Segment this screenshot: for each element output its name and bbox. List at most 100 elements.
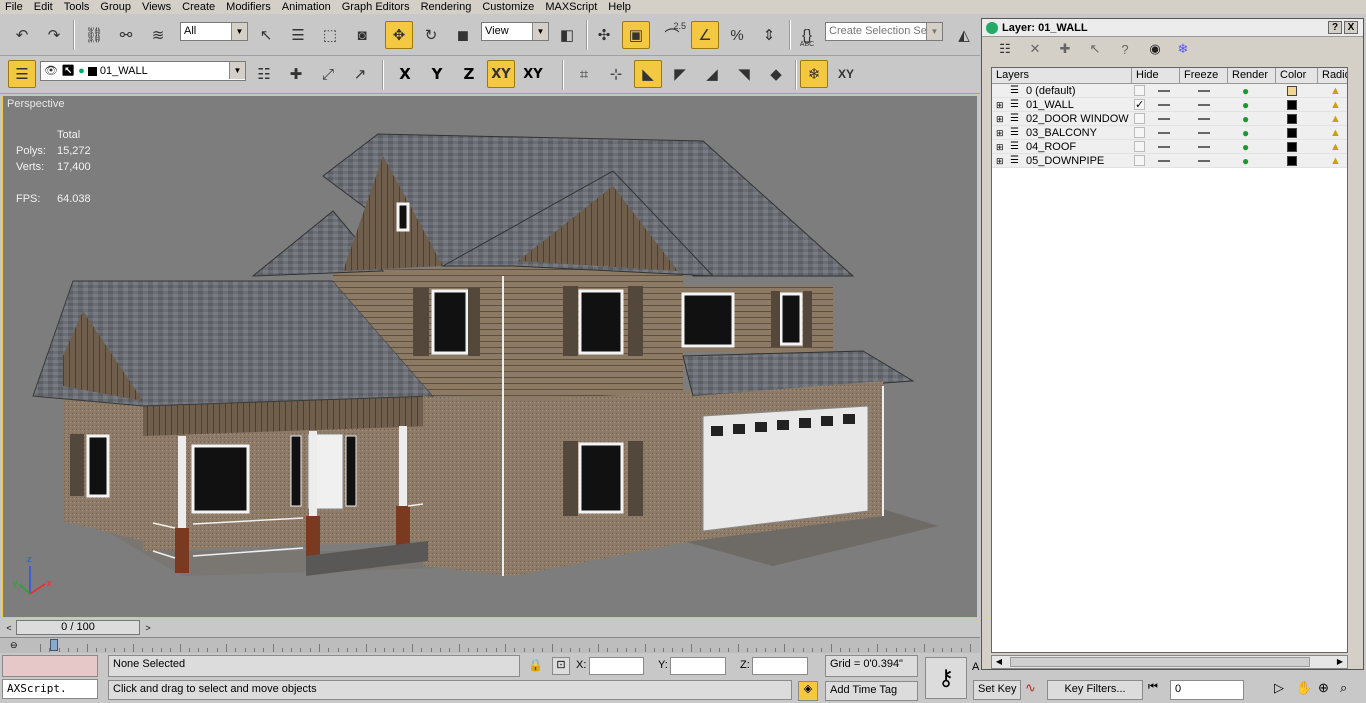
percent-snap-icon[interactable]: %: [723, 21, 751, 49]
select-and-rotate-icon[interactable]: ↻: [417, 21, 445, 49]
angle-snap-icon[interactable]: ∠: [691, 21, 719, 49]
hide-toggle[interactable]: [1158, 132, 1170, 134]
current-layer-checkbox[interactable]: [1134, 127, 1145, 138]
freeze-toggle[interactable]: [1198, 104, 1210, 106]
layer-row[interactable]: ⊞ ☰ 05_DOWNPIPE ● ▲: [992, 154, 1347, 168]
maxscript-mini-listener[interactable]: AXScript.: [2, 679, 98, 699]
mirror-icon[interactable]: ◭: [950, 21, 978, 49]
hide-toggle[interactable]: [1158, 104, 1170, 106]
snap-axis-constraint-icon[interactable]: XY: [832, 60, 860, 88]
current-layer-checkbox[interactable]: [1134, 141, 1145, 152]
render-teapot-icon[interactable]: ●: [1242, 154, 1249, 168]
layer-color-swatch[interactable]: [1287, 114, 1297, 124]
scroll-thumb[interactable]: [1010, 657, 1310, 667]
radiosity-icon[interactable]: ▲: [1330, 126, 1341, 140]
layer-row[interactable]: ⊞ ☰ 02_DOOR WINDOW ● ▲: [992, 112, 1347, 126]
time-cursor[interactable]: [50, 639, 58, 651]
add-selected-icon[interactable]: ✚: [1056, 41, 1074, 57]
scroll-right-icon[interactable]: ▶: [1334, 657, 1346, 667]
select-and-scale-icon[interactable]: ◼: [449, 21, 477, 49]
radiosity-icon[interactable]: ▲: [1330, 154, 1341, 168]
y-coordinate-field[interactable]: [670, 657, 726, 675]
menu-item-tools[interactable]: Tools: [59, 1, 96, 14]
snap-frozen-icon[interactable]: ❄: [800, 60, 828, 88]
expand-icon[interactable]: ⊞: [996, 112, 1004, 126]
expand-icon[interactable]: ⊞: [996, 140, 1004, 154]
key-mode-icon[interactable]: ∿: [1025, 680, 1036, 696]
select-objects-icon[interactable]: ↖: [1086, 41, 1104, 57]
snap-midpoint-icon[interactable]: ◢: [698, 60, 726, 88]
freeze-toggle[interactable]: [1198, 118, 1210, 120]
menu-item-maxscript[interactable]: MAXScript: [540, 1, 603, 14]
set-current-layer-icon[interactable]: ↗: [346, 60, 374, 88]
layer-row[interactable]: ⊞ ☰ 04_ROOF ● ▲: [992, 140, 1347, 154]
layer-manager-icon[interactable]: ☰: [8, 60, 36, 88]
current-frame-spinner[interactable]: 0: [1170, 680, 1244, 700]
add-to-layer-icon[interactable]: ✚: [282, 60, 310, 88]
add-time-tag-button[interactable]: Add Time Tag: [825, 681, 918, 701]
time-slider[interactable]: 0 / 100: [16, 620, 140, 635]
z-coordinate-field[interactable]: [752, 657, 808, 675]
render-teapot-icon[interactable]: ●: [1242, 84, 1249, 98]
menu-item-graph-editors[interactable]: Graph Editors: [337, 1, 416, 14]
select-object-icon[interactable]: ↖: [252, 21, 280, 49]
auto-key-label[interactable]: A: [972, 661, 979, 673]
hide-toggle[interactable]: [1158, 146, 1170, 148]
create-new-layer-icon[interactable]: ☷: [250, 60, 278, 88]
select-in-layer-icon[interactable]: ⤢: [314, 60, 342, 88]
menu-item-group[interactable]: Group: [95, 1, 137, 14]
pivot-center-icon[interactable]: ◧: [553, 21, 581, 49]
highlight-selected-icon[interactable]: ?: [1116, 41, 1134, 57]
radiosity-icon[interactable]: ▲: [1330, 140, 1341, 154]
undo-icon[interactable]: ↶: [8, 21, 36, 49]
axis-xy-cycle-button[interactable]: XY: [519, 60, 547, 88]
play-icon[interactable]: ▷: [1274, 680, 1284, 696]
current-layer-checkbox[interactable]: [1134, 113, 1145, 124]
layer-color-swatch[interactable]: [1287, 128, 1297, 138]
keyboard-shortcut-override-icon[interactable]: ▣: [622, 21, 650, 49]
key-icon[interactable]: ⚷: [925, 657, 967, 699]
expand-icon[interactable]: ⊞: [996, 98, 1004, 112]
close-button[interactable]: X: [1344, 21, 1358, 34]
selection-filter-dropdown[interactable]: All ▼: [180, 22, 248, 41]
x-coordinate-field[interactable]: [589, 657, 644, 675]
axis-x-button[interactable]: X: [391, 60, 419, 88]
render-teapot-icon[interactable]: ●: [1242, 112, 1249, 126]
chevron-left-icon[interactable]: <: [2, 620, 16, 635]
menu-item-create[interactable]: Create: [177, 1, 221, 14]
layer-row[interactable]: ⊞ ☰ 03_BALCONY ● ▲: [992, 126, 1347, 140]
menu-item-customize[interactable]: Customize: [477, 1, 540, 14]
key-filters-button[interactable]: Key Filters...: [1047, 680, 1143, 700]
render-teapot-icon[interactable]: ●: [1242, 98, 1249, 112]
radiosity-icon[interactable]: ▲: [1330, 84, 1341, 98]
freeze-all-icon[interactable]: ❄: [1174, 41, 1192, 57]
current-layer-checkbox[interactable]: [1134, 155, 1145, 166]
unlink-icon[interactable]: ⚯: [112, 21, 140, 49]
freeze-toggle[interactable]: [1198, 160, 1210, 162]
menu-item-views[interactable]: Views: [137, 1, 177, 14]
chevron-right-icon[interactable]: >: [141, 620, 155, 635]
layer-color-swatch[interactable]: [1287, 100, 1297, 110]
column-header-radios[interactable]: Radios: [1318, 68, 1347, 84]
time-tag-icon[interactable]: ◈: [798, 681, 818, 701]
column-header-color[interactable]: Color: [1276, 68, 1318, 84]
freeze-toggle[interactable]: [1198, 90, 1210, 92]
current-layer-checkbox[interactable]: ✓: [1134, 99, 1145, 111]
horizontal-scrollbar[interactable]: ◀ ▶: [991, 655, 1348, 669]
snap-pivot-icon[interactable]: ⊹: [602, 60, 630, 88]
snap-endpoint-icon[interactable]: ◤: [666, 60, 694, 88]
menu-item-edit[interactable]: Edit: [29, 1, 59, 14]
layer-dialog-titlebar[interactable]: Layer: 01_WALL: [982, 19, 1363, 37]
select-and-link-icon[interactable]: ⛓: [80, 21, 108, 49]
hide-toggle[interactable]: [1158, 118, 1170, 120]
create-new-layer-icon[interactable]: ☷: [996, 41, 1014, 57]
snap-face-icon[interactable]: ◆: [762, 60, 790, 88]
goto-start-icon[interactable]: ⏮: [1148, 681, 1158, 694]
hide-toggle[interactable]: [1158, 160, 1170, 162]
layer-color-swatch[interactable]: [1287, 156, 1297, 166]
redo-icon[interactable]: ↷: [40, 21, 68, 49]
spinner-snap-icon[interactable]: ⇕: [755, 21, 783, 49]
maximize-viewport-icon[interactable]: ⌕: [1340, 680, 1347, 696]
snap-vertex-icon[interactable]: ◣: [634, 60, 662, 88]
freeze-toggle[interactable]: [1198, 146, 1210, 148]
